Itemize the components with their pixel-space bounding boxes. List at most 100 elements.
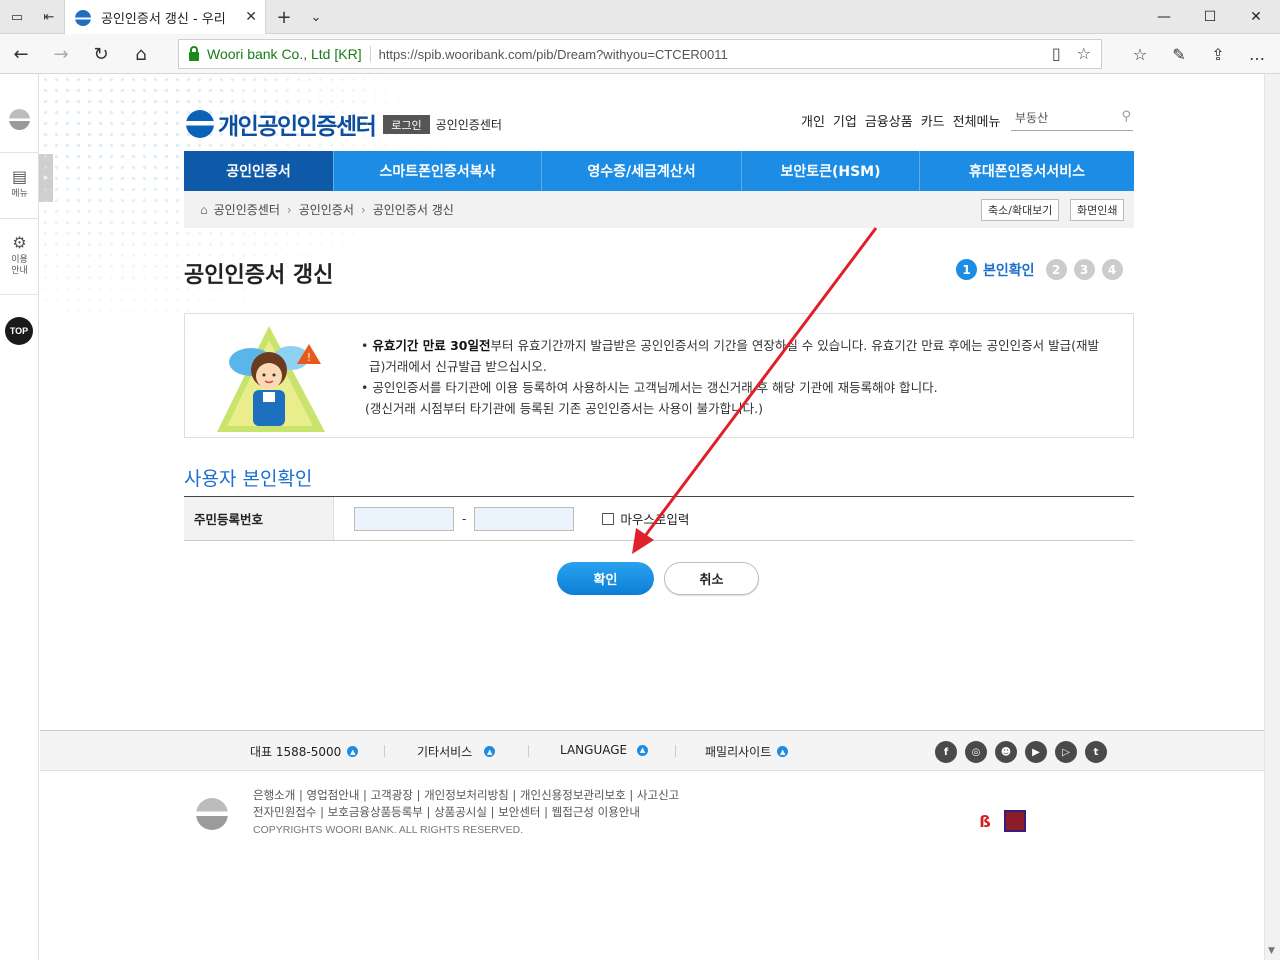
url-text[interactable]: https://spib.wooribank.com/pib/Dream?wit… — [371, 47, 728, 62]
mouse-input-label: 마우스로입력 — [620, 512, 690, 527]
home-icon[interactable]: ⌂ — [128, 42, 154, 66]
step-indicator: 1 본인확인 2 3 4 — [956, 259, 1123, 280]
share-icon[interactable]: ⇪ — [1206, 42, 1230, 66]
tab-aside-icon[interactable]: ⇤ — [38, 6, 60, 28]
kakao-icon[interactable]: ☻ — [995, 741, 1017, 763]
footer-other-services[interactable]: 기타서비스 ▲ — [417, 743, 496, 760]
footer-links-line-2[interactable]: 전자민원접수 | 보호금융상품등록부 | 상품공시실 | 보안센터 | 웹접근성… — [253, 804, 679, 821]
login-button[interactable]: 로그인 — [383, 114, 430, 134]
top-button[interactable]: TOP — [5, 317, 33, 345]
chevron-up-icon[interactable]: ▲ — [347, 746, 359, 757]
minimize-icon[interactable]: — — [1141, 0, 1187, 34]
maximize-icon[interactable]: ☐ — [1187, 0, 1233, 34]
top-link-business[interactable]: 기업 — [833, 111, 857, 130]
nav-item-smartphone-copy[interactable]: 스마트폰인증서복사 — [334, 151, 542, 191]
top-link-all-menu[interactable]: 전체메뉴 — [953, 111, 1001, 130]
url-field[interactable]: Woori bank Co., Ltd [KR] https://spib.wo… — [178, 39, 1102, 69]
woori-favicon-icon — [75, 9, 91, 26]
info-text: • 유효기간 만료 30일전부터 유효기간까지 발급받은 공인인증서의 기간을 … — [359, 335, 1111, 419]
document-icon: ▤ — [11, 167, 28, 186]
nav-item-certificate[interactable]: 공인인증서 — [184, 151, 334, 191]
step-label: 본인확인 — [983, 262, 1035, 279]
back-icon[interactable]: ← — [8, 42, 34, 66]
chevron-up-icon[interactable]: ▲ — [777, 746, 789, 757]
scroll-down-icon[interactable]: ▼ — [1268, 946, 1275, 956]
facebook-icon[interactable]: f — [935, 741, 957, 763]
certification-marks: ß — [976, 810, 1026, 832]
browser-tab-bar: ▭ ⇤ 공인인증서 갱신 - 우리 ✕ + ⌄ — ☐ ✕ — [0, 0, 1280, 35]
page-scrollbar[interactable]: ▼ — [1264, 74, 1280, 960]
lock-icon — [189, 45, 199, 61]
tab-dropdown-icon[interactable]: ⌄ — [305, 6, 327, 28]
guide-label-1: 이용 — [11, 255, 28, 265]
favorites-icon[interactable]: ☆ — [1128, 42, 1152, 66]
footer-links-line-1[interactable]: 은행소개 | 영업점안내 | 고객광장 | 개인정보처리방침 | 개인신용정보관… — [253, 787, 679, 804]
footer-language-text: LANGUAGE — [560, 743, 628, 757]
footer-bar: 대표 1588-5000 ▲ 기타서비스 ▲ LANGUAGE ▲ 패밀리사이트 ▲ f… — [40, 730, 1264, 771]
section-title: 사용자 본인확인 — [184, 468, 313, 490]
cert-center-link[interactable]: 공인인증센터 — [436, 116, 502, 133]
confirm-button[interactable]: 확인 — [557, 562, 654, 595]
guide-label-2: 안내 — [11, 266, 28, 276]
footer-language[interactable]: LANGUAGE ▲ — [560, 743, 649, 757]
footer-other-services-text: 기타서비스 — [417, 745, 473, 759]
divider — [384, 745, 385, 757]
quick-guide-item[interactable]: ⚙ 이용 안내 — [0, 234, 39, 277]
forward-icon[interactable]: → — [48, 42, 74, 66]
cancel-button[interactable]: 취소 — [664, 562, 759, 595]
reading-view-icon[interactable]: ▯ — [1052, 44, 1061, 63]
new-tab-icon[interactable]: + — [273, 6, 295, 28]
nav-item-mobile-cert[interactable]: 휴대폰인증서서비스 — [920, 151, 1134, 191]
breadcrumb: ⌂ 공인인증센터 › 공인인증서 › 공인인증서 갱신 축소/확대보기 화면인쇄 — [184, 191, 1134, 228]
info-box: ! • 유효기간 만료 30일전부터 유효기간까지 발급받은 공인인증서의 기간… — [184, 313, 1134, 438]
breadcrumb-separator-icon: › — [360, 202, 366, 217]
more-icon[interactable]: … — [1245, 42, 1269, 66]
footer-phone[interactable]: 대표 1588-5000 ▲ — [250, 743, 359, 760]
sns-links: f ◎ ☻ ▶ ▷ t — [935, 741, 1107, 763]
ssn-back-input[interactable] — [474, 506, 575, 531]
divider — [528, 745, 529, 757]
browser-tab-active[interactable]: 공인인증서 갱신 - 우리 ✕ — [64, 0, 266, 35]
favorite-star-icon[interactable]: ☆ — [1077, 44, 1091, 63]
zoom-button[interactable]: 축소/확대보기 — [981, 199, 1060, 221]
info-line-2-text: 공인인증서를 타기관에 이용 등록하여 사용하시는 고객님께서는 갱신거래 후 … — [372, 380, 938, 395]
nav-item-security-token[interactable]: 보안토큰(HSM) — [742, 151, 920, 191]
quick-menu-item[interactable]: ▤ 메뉴 — [0, 168, 39, 200]
mouse-input-checkbox[interactable]: 마우스로입력 — [602, 509, 689, 528]
instagram-icon[interactable]: ◎ — [965, 741, 987, 763]
window-close-icon[interactable]: ✕ — [1233, 0, 1279, 34]
refresh-icon[interactable]: ↻ — [88, 42, 114, 66]
divider — [0, 152, 39, 153]
top-link-products[interactable]: 금융상품 — [865, 111, 913, 130]
pen-icon[interactable]: ✎ — [1167, 42, 1191, 66]
youtube-icon[interactable]: ▶ — [1025, 741, 1047, 763]
site-identity[interactable]: Woori bank Co., Ltd [KR] — [207, 46, 371, 62]
home-icon[interactable]: ⌂ — [200, 203, 208, 217]
search-icon[interactable]: ⚲ — [1121, 109, 1131, 124]
divider — [675, 745, 676, 757]
logo-text[interactable]: 개인공인인증센터 — [218, 107, 377, 141]
footer-family-sites[interactable]: 패밀리사이트 ▲ — [705, 743, 789, 760]
woori-logo-icon[interactable] — [186, 110, 214, 138]
chevron-up-icon[interactable]: ▲ — [637, 744, 649, 756]
search-input[interactable]: 부동산 ⚲ — [1011, 107, 1133, 131]
ssn-front-input[interactable] — [354, 506, 454, 531]
top-link-card[interactable]: 카드 — [921, 111, 945, 130]
top-link-personal[interactable]: 개인 — [801, 111, 825, 130]
checkbox-icon[interactable] — [602, 512, 615, 525]
nav-item-receipt[interactable]: 영수증/세금계산서 — [542, 151, 742, 191]
identity-form: 주민등록번호 - 마우스로입력 — [184, 496, 1134, 541]
chevron-up-icon[interactable]: ▲ — [484, 746, 496, 757]
tab-list-icon[interactable]: ▭ — [6, 6, 28, 28]
info-line-3: (갱신거래 시점부터 타기관에 등록된 기존 공인인증서는 사용이 불가합니다.… — [359, 398, 1111, 419]
breadcrumb-item[interactable]: 공인인증서 — [299, 201, 354, 218]
blog-icon[interactable]: ▷ — [1055, 741, 1077, 763]
footer-phone-text: 대표 1588-5000 — [250, 745, 342, 759]
breadcrumb-item[interactable]: 공인인증센터 — [214, 201, 280, 218]
gear-icon: ⚙ — [12, 233, 27, 252]
tab-close-icon[interactable]: ✕ — [245, 9, 257, 25]
ssn-field-group: - 마우스로입력 — [334, 497, 689, 540]
print-button[interactable]: 화면인쇄 — [1070, 199, 1125, 221]
top-links: 개인 기업 금융상품 카드 전체메뉴 — [801, 111, 1000, 130]
twitter-icon[interactable]: t — [1085, 741, 1107, 763]
